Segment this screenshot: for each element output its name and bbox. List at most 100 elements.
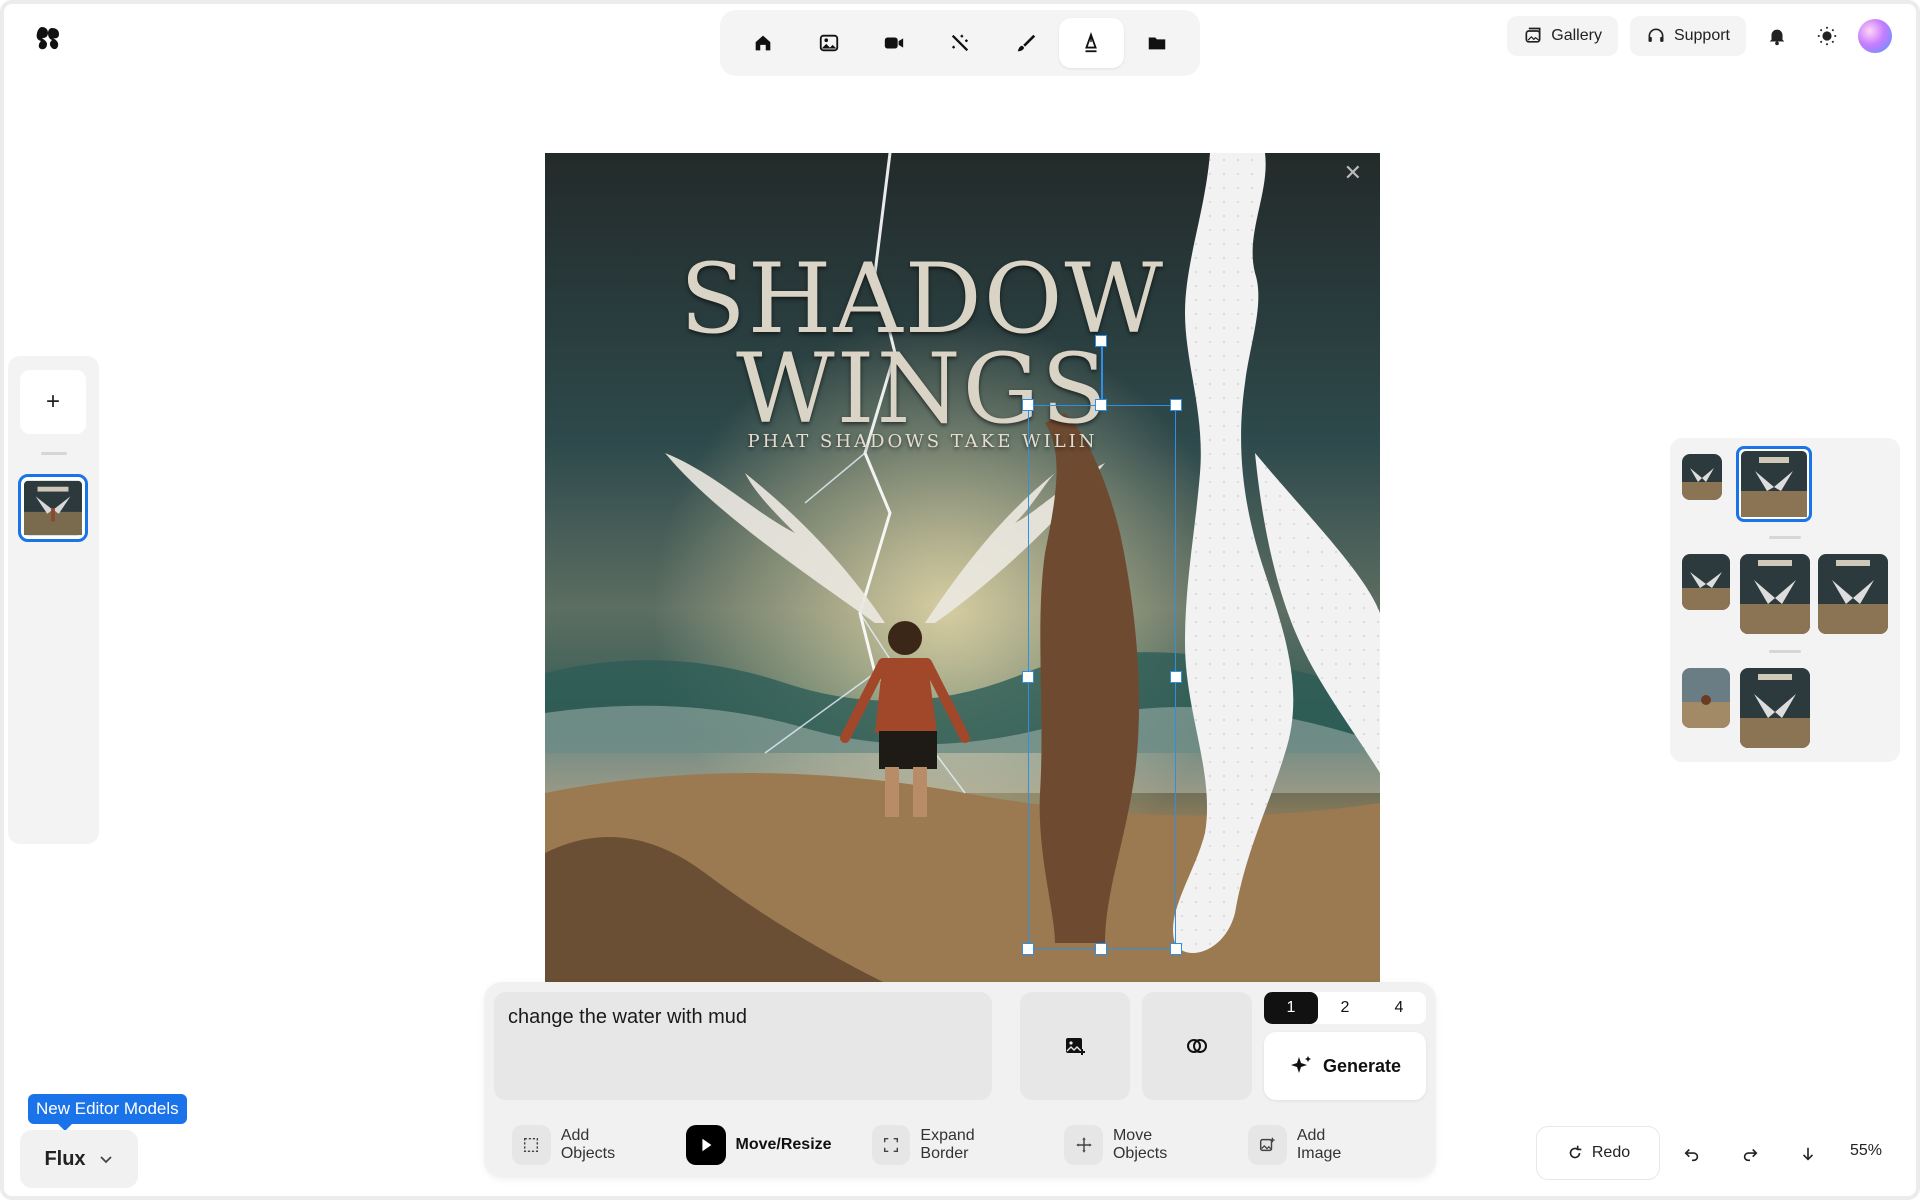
resize-handle-right[interactable] (1170, 671, 1182, 683)
tool-video[interactable] (861, 18, 927, 68)
resize-handle-bottom-right[interactable] (1170, 943, 1182, 955)
bell-icon (1769, 29, 1785, 46)
move-resize-label: Move/Resize (735, 1136, 832, 1153)
add-reference-image-button[interactable] (1020, 992, 1130, 1100)
poster-subtitle: PHAT SHADOWS TAKE WILIN (747, 431, 1098, 452)
history-thumbnail[interactable] (1682, 554, 1730, 610)
history-thumbnail[interactable] (1682, 668, 1730, 728)
redo-circular-icon (1569, 1145, 1582, 1159)
edit-mode-bar: Add Objects Move/Resize Expand Border Mo… (512, 1124, 1412, 1166)
rotate-handle[interactable] (1095, 335, 1107, 347)
zoom-level[interactable]: 55% (1850, 1142, 1882, 1160)
tool-editor[interactable] (1058, 18, 1125, 68)
poster-title-line2: WINGS (735, 333, 1110, 445)
history-thumbnail-selected[interactable] (1736, 446, 1812, 522)
chevron-down-icon (99, 1156, 112, 1164)
image-plus-icon (1247, 1125, 1287, 1165)
plus-icon: + (45, 388, 60, 415)
link-circles-icon (1187, 1039, 1207, 1053)
move-arrows-icon (1064, 1125, 1103, 1165)
resize-handle-top[interactable] (1095, 399, 1107, 411)
rotate-handle-line (1101, 343, 1103, 405)
pages-panel: + (8, 356, 99, 844)
move-objects-tool[interactable]: Move Objects (1064, 1125, 1208, 1165)
enhance-wand-icon (951, 34, 969, 52)
redo-arrow-button[interactable] (1736, 1140, 1764, 1168)
resize-handle-top-right[interactable] (1170, 399, 1182, 411)
dashed-select-icon (512, 1125, 551, 1165)
resize-handle-left[interactable] (1022, 671, 1034, 683)
sun-icon (1817, 26, 1837, 46)
tool-home[interactable] (730, 18, 796, 68)
generate-label: Generate (1322, 1055, 1402, 1076)
add-image-label: Add Image (1296, 1127, 1342, 1162)
panel-divider (41, 452, 67, 455)
cursor-pointer-icon (685, 1125, 726, 1165)
theme-toggle-button[interactable] (1808, 16, 1846, 56)
top-right-bar: Gallery Support (1507, 16, 1892, 56)
editor-pen-icon (1085, 32, 1098, 53)
history-thumbnail[interactable] (1740, 554, 1810, 634)
download-button[interactable] (1794, 1140, 1822, 1168)
realtime-brush-icon (1017, 34, 1035, 52)
notifications-button[interactable] (1758, 16, 1796, 56)
add-objects-label: Add Objects (560, 1127, 616, 1162)
resize-handle-bottom-left[interactable] (1022, 943, 1034, 955)
add-objects-tool[interactable]: Add Objects (512, 1125, 646, 1165)
resize-handle-bottom[interactable] (1095, 943, 1107, 955)
prompt-panel: change the water with mud 1 2 4 Generate… (484, 982, 1436, 1178)
tool-assets[interactable] (1124, 18, 1190, 68)
count-option-1[interactable]: 1 (1264, 992, 1318, 1024)
new-models-badge: New Editor Models (28, 1094, 187, 1131)
gallery-button[interactable]: Gallery (1507, 16, 1618, 56)
expand-border-label: Expand Border (920, 1127, 975, 1162)
expand-border-tool[interactable]: Expand Border (871, 1125, 1025, 1165)
folder-icon (1148, 37, 1166, 50)
resize-handle-top-left[interactable] (1022, 399, 1034, 411)
download-arrow-icon (1802, 1147, 1814, 1161)
video-icon (885, 37, 904, 49)
generate-button[interactable]: Generate (1264, 1032, 1426, 1100)
sparkle-icon (1290, 1056, 1311, 1073)
model-selector[interactable]: Flux (20, 1130, 138, 1188)
home-icon (755, 35, 771, 51)
history-thumbnail[interactable] (1818, 554, 1888, 634)
tool-image[interactable] (796, 18, 862, 68)
undo-icon (1684, 1148, 1699, 1162)
expand-icon (871, 1125, 911, 1165)
model-selected-label: Flux (44, 1147, 86, 1170)
redo-button[interactable]: Redo (1536, 1126, 1660, 1180)
move-resize-tool[interactable]: Move/Resize (685, 1125, 832, 1165)
tool-realtime[interactable] (993, 18, 1059, 68)
tool-enhance[interactable] (927, 18, 993, 68)
history-thumbnail[interactable] (1682, 454, 1722, 500)
selection-box[interactable] (1028, 405, 1176, 949)
history-divider (1769, 650, 1801, 653)
support-label: Support (1673, 27, 1730, 44)
move-objects-label: Move Objects (1112, 1127, 1168, 1162)
count-option-4[interactable]: 4 (1372, 992, 1426, 1024)
poster-watermark-logo: ✕ (1343, 161, 1362, 186)
prompt-input[interactable]: change the water with mud (494, 992, 992, 1100)
redo-label: Redo (1591, 1144, 1631, 1161)
editor-canvas[interactable]: SHADOW WINGS PHAT SHADOWS TAKE WILIN ✕ (545, 153, 1380, 983)
style-reference-button[interactable] (1142, 992, 1252, 1100)
count-option-2[interactable]: 2 (1318, 992, 1372, 1024)
gallery-icon (1525, 27, 1541, 43)
user-avatar[interactable] (1858, 19, 1892, 53)
app-logo[interactable] (36, 24, 64, 52)
undo-button[interactable] (1678, 1140, 1706, 1168)
add-page-button[interactable]: + (20, 370, 86, 434)
history-divider (1769, 536, 1801, 539)
history-panel (1670, 438, 1900, 762)
redo-icon (1743, 1148, 1758, 1162)
poster-thumbnail-image (24, 480, 82, 536)
output-count-toggle: 1 2 4 (1264, 992, 1426, 1024)
page-thumbnail[interactable] (18, 474, 88, 542)
image-add-icon (1066, 1038, 1085, 1055)
main-toolbar (720, 10, 1200, 76)
add-image-tool[interactable]: Add Image (1247, 1125, 1372, 1165)
support-button[interactable]: Support (1629, 16, 1746, 56)
history-thumbnail[interactable] (1740, 668, 1810, 748)
image-icon (819, 34, 838, 52)
